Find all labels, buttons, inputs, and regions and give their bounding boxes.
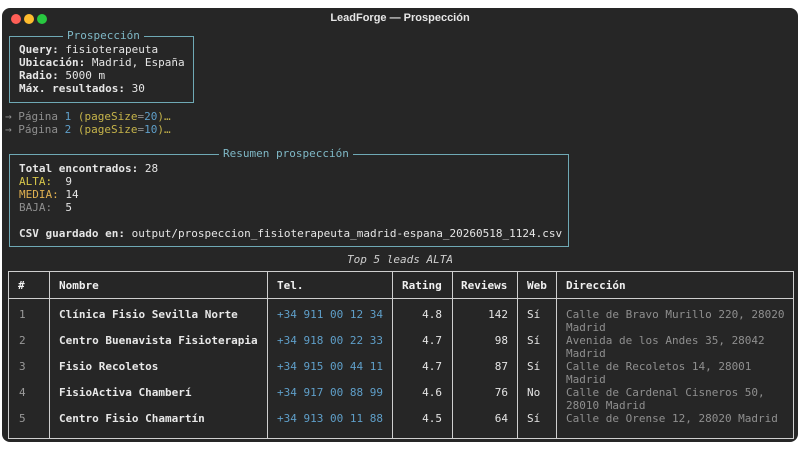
query-row: Query: fisioterapeuta (19, 43, 159, 56)
radius-row: Radio: 5000 m (19, 69, 106, 82)
column-divider (556, 272, 557, 438)
page-progress-line: → Página 1 (pageSize=20)… (5, 110, 171, 123)
terminal-window: LeadForge — Prospección Prospección Quer… (2, 8, 798, 442)
csv-path[interactable]: output/prospeccion_fisioterapeuta_madrid… (132, 227, 562, 240)
csv-path-row: CSV guardado en: output/prospeccion_fisi… (19, 227, 563, 240)
header-address[interactable]: Dirección (566, 279, 626, 292)
arrow-icon: → (5, 123, 12, 136)
query-panel: Prospección Query: fisioterapeuta Ubicac… (9, 29, 194, 103)
header-web[interactable]: Web (527, 279, 547, 292)
arrow-icon: → (5, 110, 12, 123)
table-header (9, 272, 793, 299)
table-caption: Top 5 leads ALTA (347, 253, 453, 266)
summary-panel: Resumen prospección Total encontrados: 2… (9, 147, 569, 247)
header-number[interactable]: # (18, 279, 25, 292)
terminal-output[interactable]: Prospección Query: fisioterapeuta Ubicac… (2, 8, 798, 442)
header-rating[interactable]: Rating (402, 279, 442, 292)
baja-count-row: BAJA: 5 (19, 201, 72, 214)
max-results-row: Máx. resultados: 30 (19, 82, 145, 95)
header-name[interactable]: Nombre (59, 279, 99, 292)
media-count-row: MEDIA: 14 (19, 188, 79, 201)
column-divider (49, 272, 50, 438)
header-phone[interactable]: Tel. (277, 279, 304, 292)
location-row: Ubicación: Madrid, España (19, 56, 185, 69)
header-reviews[interactable]: Reviews (461, 279, 507, 292)
query-panel-title: Prospección (63, 29, 144, 43)
column-divider (267, 272, 268, 438)
total-found-row: Total encontrados: 28 (19, 162, 159, 175)
alta-count-row: ALTA: 9 (19, 175, 72, 188)
leads-table: # Nombre Tel. Rating Reviews Web Direcci… (8, 271, 794, 439)
column-divider (517, 272, 518, 438)
page-progress-line: → Página 2 (pageSize=10)… (5, 123, 171, 136)
summary-panel-title: Resumen prospección (219, 147, 353, 161)
